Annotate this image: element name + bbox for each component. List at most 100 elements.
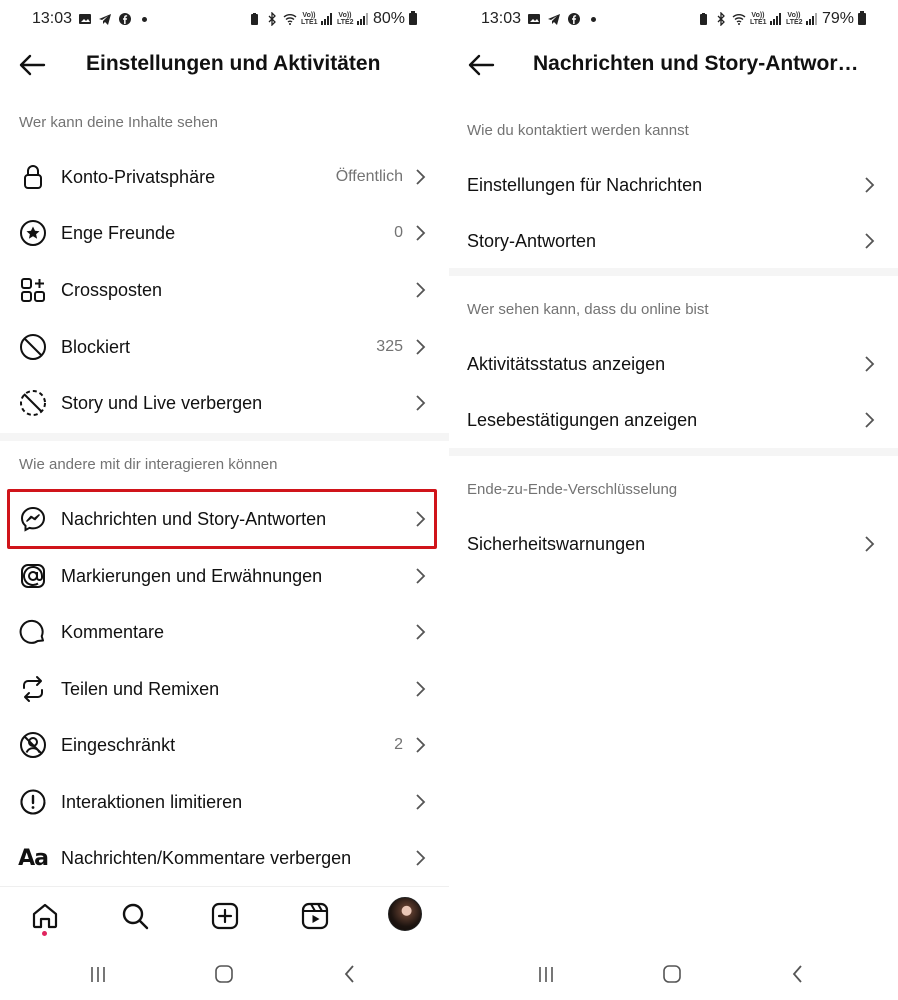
- home-notification-dot: [42, 931, 47, 936]
- battery-percent: 80%: [372, 10, 405, 27]
- settings-item-restricted[interactable]: Eingeschränkt 2: [0, 717, 449, 773]
- settings-item-label: Markierungen und Erwähnungen: [61, 565, 323, 586]
- hidden-words-icon: Aa: [18, 843, 49, 873]
- at-sign-icon: [18, 561, 48, 591]
- settings-item-label: Eingeschränkt: [61, 734, 176, 755]
- settings-item-account-privacy[interactable]: Konto-Privatsphäre Öffentlich: [0, 149, 449, 205]
- status-time: 13:03: [32, 10, 73, 27]
- settings-item-value: 325: [376, 338, 403, 355]
- network-label-2: Vo)) LTE2: [336, 12, 354, 26]
- settings-item-activity-status[interactable]: Aktivitätsstatus anzeigen: [449, 336, 898, 392]
- home-square-icon: [663, 965, 681, 983]
- settings-item-messages-story-replies[interactable]: Nachrichten und Story-Antworten: [0, 491, 449, 547]
- chevron-right-icon: [415, 338, 429, 356]
- chevron-right-icon: [415, 736, 429, 754]
- settings-item-label: Story und Live verbergen: [61, 392, 263, 413]
- recent-apps-icon: [539, 967, 553, 982]
- messages-settings-screen: 13:03 Vo)) LTE1 Vo)) LTE2 79% Nachrichte…: [449, 0, 898, 1000]
- recent-apps-button[interactable]: [86, 962, 110, 986]
- nav-reels[interactable]: [298, 899, 332, 933]
- back-button[interactable]: [16, 50, 48, 80]
- settings-item-sharing-remix[interactable]: Teilen und Remixen: [0, 661, 449, 717]
- star-circle-icon: [18, 218, 48, 248]
- hide-story-icon: [18, 388, 48, 418]
- settings-item-label: Lesebestätigungen anzeigen: [467, 409, 698, 430]
- settings-item-label: Nachrichten/Kommentare verbergen: [61, 847, 352, 868]
- settings-item-hidden-words[interactable]: Aa Nachrichten/Kommentare verbergen: [0, 830, 449, 886]
- settings-item-hide-story[interactable]: Story und Live verbergen: [0, 375, 449, 431]
- settings-item-limit-interactions[interactable]: Interaktionen limitieren: [0, 774, 449, 830]
- settings-item-value: 2: [394, 736, 403, 753]
- settings-item-blocked[interactable]: Blockiert 325: [0, 319, 449, 375]
- remix-icon: [18, 674, 48, 704]
- settings-item-crosspost[interactable]: Crossposten: [0, 262, 449, 318]
- page-title: Einstellungen und Aktivitäten: [86, 52, 381, 75]
- settings-item-label: Konto-Privatsphäre: [61, 166, 216, 187]
- settings-item-story-replies[interactable]: Story-Antworten: [449, 213, 898, 269]
- chevron-right-icon: [864, 411, 878, 429]
- settings-item-comments[interactable]: Kommentare: [0, 604, 449, 660]
- reels-icon: [301, 902, 329, 930]
- section-divider: [449, 448, 898, 456]
- chevron-right-icon: [864, 232, 878, 250]
- settings-item-label: Blockiert: [61, 336, 131, 357]
- back-system-button[interactable]: [786, 962, 810, 986]
- section-label-online-status: Wer sehen kann, dass du online bist: [467, 301, 709, 318]
- nav-search[interactable]: [118, 899, 152, 933]
- chevron-right-icon: [415, 849, 429, 867]
- system-navigation-bar: [449, 948, 898, 1000]
- telegram-notification-icon: [98, 12, 112, 26]
- battery-saver-icon: [696, 12, 710, 26]
- gallery-notification-icon: [527, 12, 541, 26]
- hidden-words-icon-text: Aa: [18, 845, 49, 871]
- section-divider: [449, 268, 898, 276]
- nav-create[interactable]: [208, 899, 242, 933]
- chevron-right-icon: [415, 623, 429, 641]
- network-label-1: Vo)) LTE1: [749, 12, 767, 26]
- chevron-right-icon: [415, 793, 429, 811]
- settings-item-label: Teilen und Remixen: [61, 678, 220, 699]
- settings-item-read-receipts[interactable]: Lesebestätigungen anzeigen: [449, 392, 898, 448]
- chevron-right-icon: [864, 355, 878, 373]
- settings-item-label: Sicherheitswarnungen: [467, 533, 646, 554]
- signal-icon: [320, 13, 333, 25]
- settings-item-message-controls[interactable]: Einstellungen für Nachrichten: [449, 157, 898, 213]
- settings-item-label: Enge Freunde: [61, 222, 176, 243]
- system-navigation-bar: [0, 948, 449, 1000]
- chevron-right-icon: [864, 176, 878, 194]
- recent-apps-icon: [91, 967, 105, 982]
- network-label-2: Vo)) LTE2: [785, 12, 803, 26]
- back-system-button[interactable]: [338, 962, 362, 986]
- search-icon: [122, 903, 149, 930]
- section-label-interactions: Wie andere mit dir interagieren können: [19, 456, 278, 473]
- section-label-contact: Wie du kontaktiert werden kannst: [467, 122, 689, 139]
- settings-item-label: Einstellungen für Nachrichten: [467, 174, 703, 195]
- settings-item-close-friends[interactable]: Enge Freunde 0: [0, 205, 449, 261]
- chevron-right-icon: [415, 510, 429, 528]
- nav-home[interactable]: [28, 899, 62, 933]
- profile-avatar[interactable]: [388, 897, 422, 931]
- bottom-navigation: [0, 886, 449, 946]
- home-system-button[interactable]: [212, 962, 236, 986]
- chevron-right-icon: [415, 567, 429, 585]
- page-header: Einstellungen und Aktivitäten: [0, 40, 449, 90]
- status-bar: 13:03 Vo)) LTE1 Vo)) LTE2 79%: [449, 0, 898, 38]
- recent-apps-button[interactable]: [534, 962, 558, 986]
- back-button[interactable]: [465, 50, 497, 80]
- home-system-button[interactable]: [660, 962, 684, 986]
- chevron-right-icon: [415, 680, 429, 698]
- restricted-icon: [18, 730, 48, 760]
- settings-item-tags-mentions[interactable]: Markierungen und Erwähnungen: [0, 548, 449, 604]
- battery-saver-icon: [247, 12, 261, 26]
- home-square-icon: [215, 965, 233, 983]
- chevron-left-icon: [792, 965, 802, 983]
- settings-item-label: Aktivitätsstatus anzeigen: [467, 353, 666, 374]
- settings-screen: 13:03 Vo)) LTE1 Vo)) LTE2 80% Einstellun…: [0, 0, 449, 1000]
- facebook-notification-icon: [567, 12, 581, 26]
- chevron-left-icon: [344, 965, 354, 983]
- arrow-left-icon: [19, 54, 46, 76]
- network-label-1: Vo)) LTE1: [300, 12, 318, 26]
- settings-item-label: Story-Antworten: [467, 230, 597, 251]
- settings-item-security-alerts[interactable]: Sicherheitswarnungen: [449, 516, 898, 572]
- status-time: 13:03: [481, 10, 522, 27]
